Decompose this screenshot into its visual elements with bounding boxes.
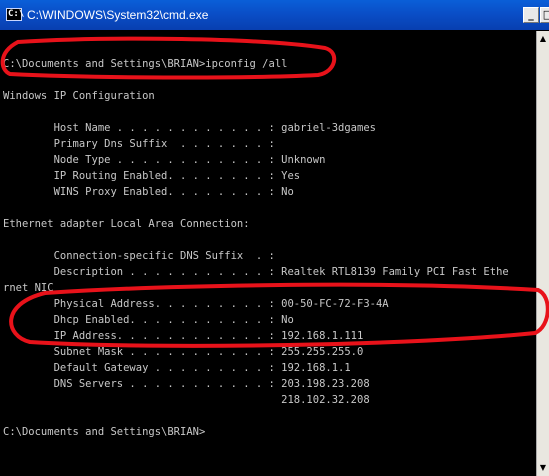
scroll-down-icon[interactable]: ▼: [537, 462, 549, 474]
console-line: Windows IP Configuration: [3, 90, 155, 102]
scroll-up-icon[interactable]: ▲: [537, 33, 549, 45]
console-line: Dhcp Enabled. . . . . . . . . . . : No: [3, 314, 294, 326]
maximize-button[interactable]: □: [540, 7, 549, 23]
console-line: rnet NIC: [3, 282, 54, 294]
console-line: Subnet Mask . . . . . . . . . . . : 255.…: [3, 346, 364, 358]
console-line: Default Gateway . . . . . . . . . : 192.…: [3, 362, 351, 374]
console-line: Ethernet adapter Local Area Connection:: [3, 218, 250, 230]
console-line: Description . . . . . . . . . . . : Real…: [3, 266, 509, 278]
console-line: Node Type . . . . . . . . . . . . : Unkn…: [3, 154, 326, 166]
console-line: WINS Proxy Enabled. . . . . . . . : No: [3, 186, 294, 198]
console-line: IP Address. . . . . . . . . . . . : 192.…: [3, 330, 364, 342]
console-line: Host Name . . . . . . . . . . . . : gabr…: [3, 122, 376, 134]
console-line: Connection-specific DNS Suffix . :: [3, 250, 275, 262]
console-line: IP Routing Enabled. . . . . . . . : Yes: [3, 170, 301, 182]
title-bar[interactable]: C:\ C:\WINDOWS\System32\cmd.exe _ □: [0, 0, 549, 30]
minimize-button[interactable]: _: [523, 7, 539, 23]
console-line: Primary Dns Suffix . . . . . . . :: [3, 138, 275, 150]
console-line: C:\Documents and Settings\BRIAN>ipconfig…: [3, 58, 288, 70]
console-line: Physical Address. . . . . . . . . : 00-5…: [3, 298, 389, 310]
vertical-scrollbar[interactable]: ▲ ▼: [536, 31, 549, 476]
window-title: C:\WINDOWS\System32\cmd.exe: [27, 8, 209, 22]
console-line: DNS Servers . . . . . . . . . . . : 203.…: [3, 378, 370, 390]
cmd-app-icon[interactable]: C:\: [6, 8, 24, 21]
console-line: 218.102.32.208: [3, 394, 370, 406]
console-output[interactable]: C:\Documents and Settings\BRIAN>ipconfig…: [0, 31, 535, 476]
cmd-window: C:\ C:\WINDOWS\System32\cmd.exe _ □ C:\D…: [0, 0, 549, 476]
console-line: C:\Documents and Settings\BRIAN>: [3, 426, 206, 438]
